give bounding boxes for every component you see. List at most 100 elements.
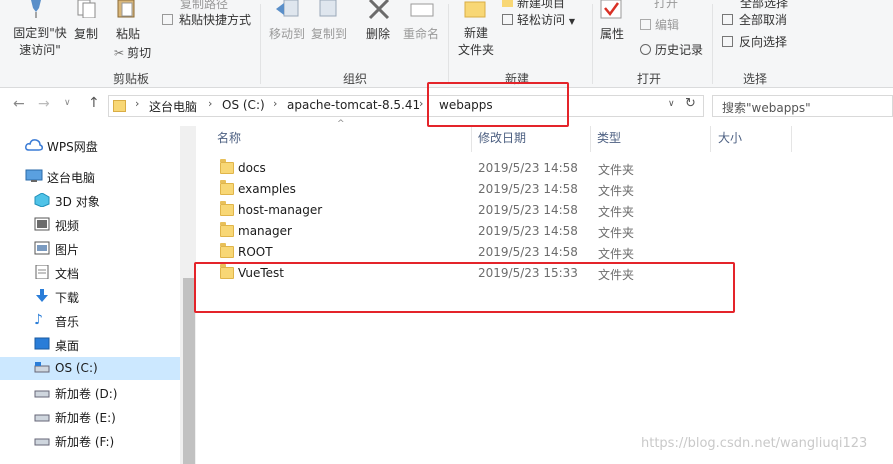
- select-all-button[interactable]: 全部选择: [740, 0, 788, 11]
- file-row[interactable]: ROOT 2019/5/23 14:58 文件夹: [216, 242, 736, 263]
- video-icon: [34, 217, 50, 231]
- column-header-name[interactable]: 名称: [217, 129, 241, 153]
- edit-button[interactable]: 编辑: [640, 16, 679, 33]
- breadcrumb-os-c[interactable]: OS (C:): [222, 98, 265, 112]
- ribbon-divider: [260, 4, 261, 84]
- sidebar-item-this-pc[interactable]: 这台电脑: [0, 165, 180, 188]
- edit-icon: [640, 19, 651, 30]
- chevron-right-icon[interactable]: ›: [135, 97, 139, 110]
- drive-icon: [34, 433, 50, 447]
- clipboard-group-label: 剪贴板: [113, 72, 150, 86]
- history-button[interactable]: 历史记录: [640, 41, 703, 58]
- sidebar-item-downloads[interactable]: 下载: [0, 285, 180, 308]
- column-divider[interactable]: [791, 126, 792, 152]
- column-header-type[interactable]: 类型: [597, 129, 621, 153]
- chevron-down-icon: ▼: [568, 17, 575, 26]
- select-group-label: 选择: [743, 72, 768, 86]
- download-icon: [34, 289, 50, 303]
- highlight-box-address: [427, 82, 569, 127]
- highlight-box-vuetest: [194, 262, 735, 313]
- file-row[interactable]: examples 2019/5/23 14:58 文件夹: [216, 179, 736, 200]
- search-input[interactable]: 搜索"webapps": [712, 95, 893, 117]
- easy-access-button[interactable]: 轻松访问 ▼: [502, 11, 575, 28]
- column-divider[interactable]: [471, 126, 472, 152]
- folder-icon: [220, 201, 234, 216]
- folder-icon: [220, 180, 234, 195]
- file-row[interactable]: manager 2019/5/23 14:58 文件夹: [216, 221, 736, 242]
- copy-to-button[interactable]: 复制到: [311, 25, 347, 42]
- file-row[interactable]: host-manager 2019/5/23 14:58 文件夹: [216, 200, 736, 221]
- desktop-icon: [34, 337, 50, 351]
- paste-icon: [116, 0, 138, 18]
- back-arrow-icon[interactable]: ←: [13, 96, 25, 112]
- sidebar-item-documents[interactable]: 文档: [0, 261, 180, 284]
- easy-access-icon: [502, 14, 513, 25]
- move-to-icon: [276, 0, 300, 18]
- document-icon: [34, 264, 50, 280]
- scissors-icon: ✂: [114, 46, 125, 60]
- sidebar-item-desktop[interactable]: 桌面: [0, 333, 180, 356]
- copy-to-icon: [318, 0, 340, 18]
- sidebar-item-drive-d[interactable]: 新加卷 (D:): [0, 381, 180, 404]
- forward-arrow-icon[interactable]: →: [38, 96, 50, 112]
- properties-button[interactable]: 属性: [600, 25, 624, 42]
- select-none-button[interactable]: 全部取消: [722, 11, 787, 28]
- rename-button[interactable]: 重命名: [403, 25, 439, 42]
- copy-icon: [76, 0, 98, 19]
- new-folder-button[interactable]: 新建 文件夹: [456, 25, 496, 59]
- pin-quick-access-button[interactable]: 固定到"快 速访问": [10, 25, 70, 59]
- new-item-button[interactable]: 新建项目: [502, 0, 565, 11]
- sidebar-item-drive-f[interactable]: 新加卷 (F:): [0, 429, 180, 452]
- breadcrumb-this-pc[interactable]: 这台电脑: [149, 98, 197, 115]
- up-arrow-icon[interactable]: ↑: [88, 95, 100, 111]
- sidebar-item-music[interactable]: ♪ 音乐: [0, 309, 180, 332]
- delete-button[interactable]: 删除: [366, 25, 390, 42]
- sidebar-item-drive-e[interactable]: 新加卷 (E:): [0, 405, 180, 428]
- column-divider[interactable]: [590, 126, 591, 152]
- column-header-size[interactable]: 大小: [718, 129, 742, 153]
- music-icon: ♪: [34, 312, 43, 328]
- ribbon-divider: [448, 4, 449, 84]
- column-header-date[interactable]: 修改日期: [478, 129, 526, 153]
- watermark: https://blog.csdn.net/wangliuqi123: [641, 436, 868, 451]
- sidebar-item-3d-objects[interactable]: 3D 对象: [0, 189, 180, 212]
- recent-chevron-icon[interactable]: ∨: [64, 98, 71, 108]
- sidebar-item-videos[interactable]: 视频: [0, 213, 180, 236]
- chevron-right-icon[interactable]: ›: [208, 97, 212, 110]
- column-divider[interactable]: [710, 126, 711, 152]
- open-group-label: 打开: [637, 72, 662, 86]
- address-dropdown-icon[interactable]: ∨: [668, 99, 675, 109]
- refresh-icon[interactable]: ↻: [685, 96, 696, 111]
- open-button[interactable]: 打开: [654, 0, 678, 11]
- invert-select-icon: [722, 36, 733, 47]
- folder-icon: [220, 222, 234, 237]
- history-icon: [640, 44, 651, 55]
- sidebar-item-pictures[interactable]: 图片: [0, 237, 180, 260]
- copy-button[interactable]: 复制: [74, 25, 98, 42]
- move-to-button[interactable]: 移动到: [269, 25, 305, 42]
- drive-icon: [34, 409, 50, 423]
- select-none-icon: [722, 14, 733, 25]
- chevron-right-icon[interactable]: ›: [273, 97, 277, 110]
- chevron-right-icon[interactable]: ›: [419, 97, 423, 110]
- folder-icon: [220, 159, 234, 174]
- cut-button[interactable]: ✂ 剪切: [114, 44, 151, 61]
- invert-select-button[interactable]: 反向选择: [722, 33, 787, 50]
- address-folder-icon: [113, 100, 126, 112]
- picture-icon: [34, 241, 50, 255]
- folder-icon: [220, 243, 234, 258]
- drive-icon: [34, 361, 50, 375]
- file-row[interactable]: docs 2019/5/23 14:58 文件夹: [216, 158, 736, 179]
- paste-shortcut-button[interactable]: 粘贴快捷方式: [162, 11, 251, 28]
- paste-button[interactable]: 粘贴: [116, 25, 140, 42]
- sidebar-item-os-c[interactable]: OS (C:): [0, 357, 180, 380]
- sort-up-icon: ^: [337, 119, 345, 129]
- organize-group-label: 组织: [343, 72, 368, 86]
- sidebar-item-wps[interactable]: WPS网盘: [0, 134, 180, 157]
- delete-icon: [368, 0, 390, 20]
- breadcrumb-tomcat[interactable]: apache-tomcat-8.5.41: [287, 98, 420, 112]
- computer-icon: [25, 169, 43, 183]
- paste-shortcut-icon: [162, 14, 173, 25]
- properties-icon: [600, 0, 622, 20]
- ribbon: 固定到"快 速访问" 复制 粘贴 复制路径 粘贴快捷方式 ✂ 剪切 剪贴板 移动到 …: [0, 0, 893, 88]
